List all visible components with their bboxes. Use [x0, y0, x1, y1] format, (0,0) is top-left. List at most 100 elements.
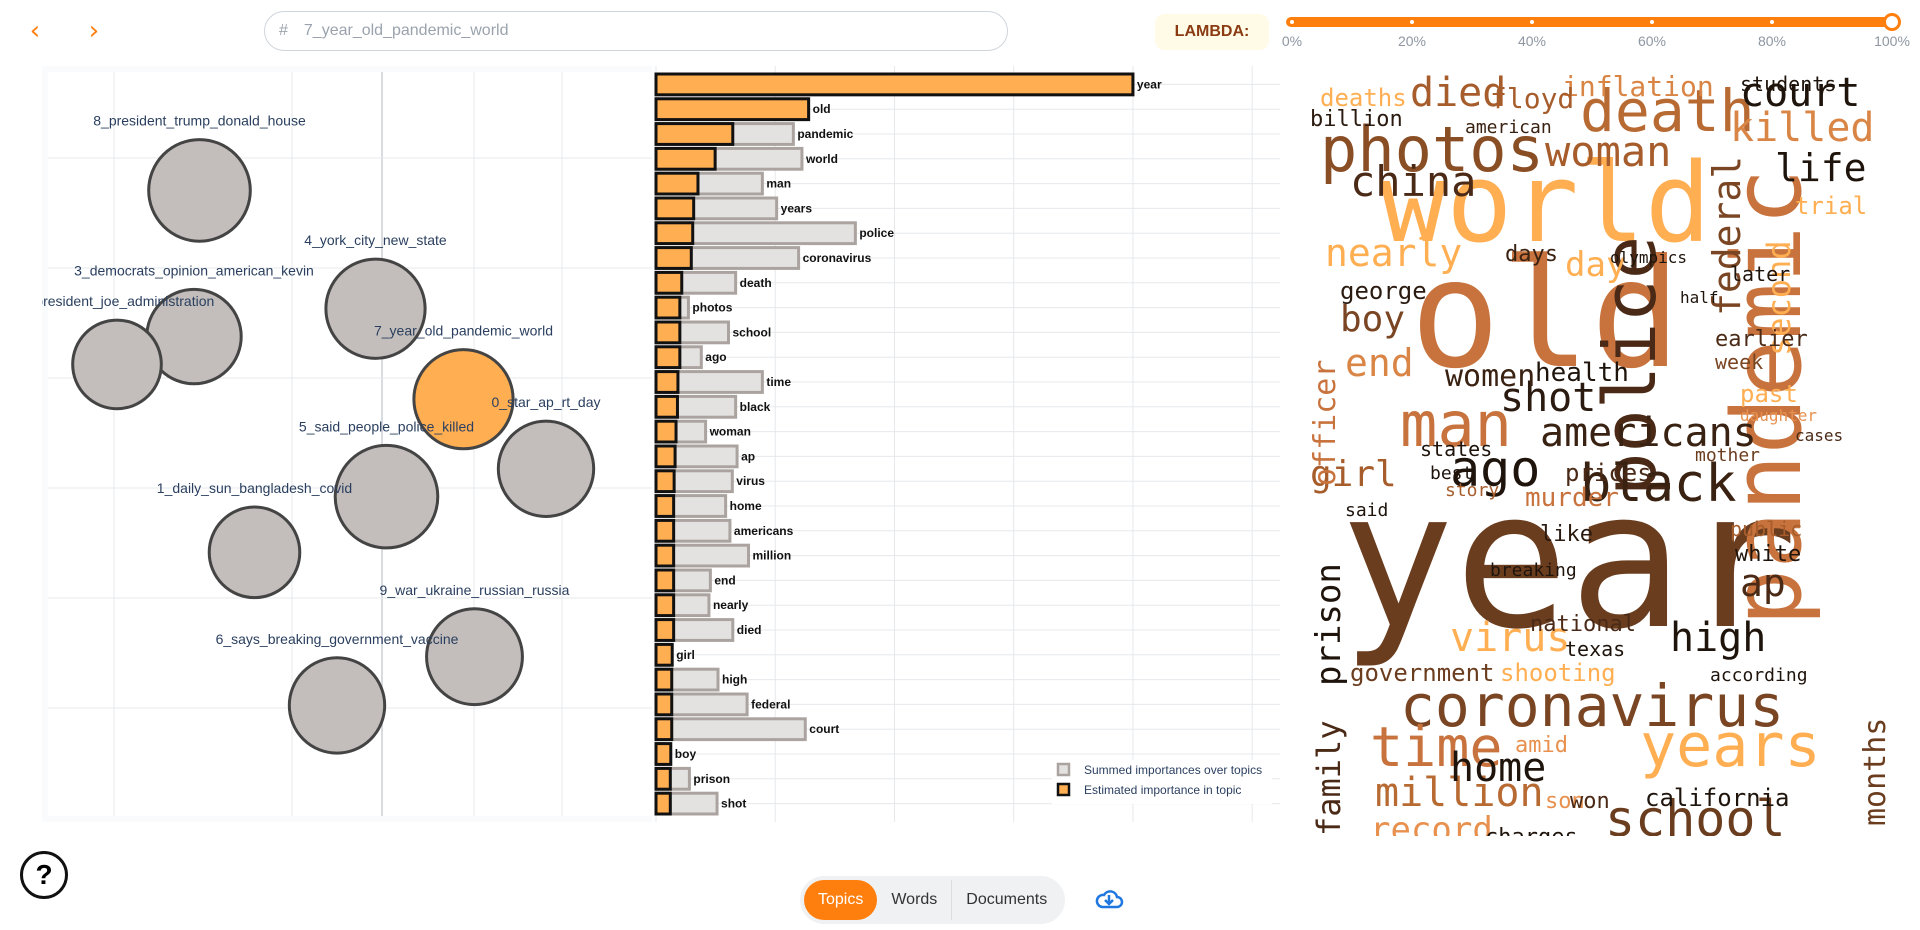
cloud-word: daughter — [1740, 406, 1817, 425]
slider-thumb[interactable] — [1883, 13, 1901, 31]
bar-estimated[interactable] — [654, 72, 1135, 97]
legend-label: Summed importances over topics — [1084, 763, 1262, 777]
bar-estimated[interactable] — [654, 593, 676, 618]
cloud-word: half — [1680, 288, 1719, 307]
slider-tick — [1650, 20, 1654, 24]
tab-topics[interactable]: Topics — [804, 880, 878, 920]
topic-bubble[interactable] — [207, 505, 302, 600]
bar-estimated[interactable] — [654, 692, 674, 717]
bar-summed[interactable] — [654, 717, 807, 742]
bar-estimated[interactable] — [654, 791, 672, 816]
word-cloud-svg: yearold pandemicworldpolicephotosdeathman… — [1308, 70, 1893, 902]
cloud-word: said — [1345, 500, 1388, 521]
cloud-word: government — [1350, 659, 1495, 687]
topic-bubble[interactable] — [324, 257, 427, 360]
bar-estimated[interactable] — [654, 171, 700, 196]
bar-estimated[interactable] — [654, 742, 673, 766]
back-button[interactable]: ‹ — [20, 16, 50, 46]
bar-estimated[interactable] — [654, 146, 717, 171]
bar-estimated[interactable] — [654, 196, 696, 221]
bar-estimated[interactable] — [654, 717, 674, 742]
bar-estimated[interactable] — [654, 642, 674, 667]
slider-tick — [1410, 20, 1414, 24]
cloud-word: months — [1858, 718, 1890, 826]
bar-estimated[interactable] — [654, 469, 676, 494]
bar-estimated[interactable] — [654, 122, 735, 146]
cloud-word: story — [1445, 480, 1499, 501]
cloud-word: texas — [1565, 637, 1625, 661]
bar-estimated[interactable] — [654, 618, 676, 642]
bar-estimated[interactable] — [654, 97, 811, 122]
bar-estimated[interactable] — [654, 494, 676, 518]
cloud-word: killed — [1730, 105, 1875, 151]
cloud-word: earlier — [1715, 327, 1808, 352]
bar-estimated[interactable] — [654, 270, 684, 295]
download-button[interactable] — [1094, 886, 1124, 912]
cloud-word: national — [1530, 612, 1636, 637]
topic-bubble[interactable] — [147, 138, 252, 243]
legend-label: Estimated importance in topic — [1084, 783, 1241, 797]
bar-label: high — [722, 673, 747, 687]
bar-label: coronavirus — [803, 251, 872, 265]
bar-estimated[interactable] — [654, 543, 676, 568]
cloud-word: george — [1340, 277, 1427, 305]
tab-documents[interactable]: Documents — [952, 880, 1061, 920]
tab-words[interactable]: Words — [877, 880, 951, 920]
topic-search-box[interactable]: # — [264, 11, 1008, 51]
intertopic-distance-map[interactable]: 8_president_trump_donald_house 4_york_cit… — [20, 66, 652, 822]
topic-bubble[interactable] — [71, 318, 163, 411]
bar-label: americans — [734, 524, 794, 538]
topic-search-input[interactable] — [301, 21, 986, 41]
bar-estimated[interactable] — [654, 766, 672, 791]
slider-track[interactable] — [1286, 17, 1898, 27]
bar-label: world — [805, 152, 838, 166]
bar-label: year — [1137, 77, 1162, 91]
topic-label: 1_daily_sun_bangladesh_covid — [157, 480, 352, 496]
bar-estimated[interactable] — [654, 568, 676, 593]
bar-estimated[interactable] — [654, 295, 682, 320]
bar-label: police — [859, 226, 894, 240]
word-cloud: year old pandemic world police photos death man… — [1300, 66, 1893, 902]
bar-label: time — [766, 375, 791, 389]
cloud-word: life — [1775, 146, 1867, 190]
bar-estimated[interactable] — [654, 444, 677, 469]
bar-estimated[interactable] — [654, 419, 678, 444]
bar-estimated[interactable] — [654, 394, 679, 419]
bar-label: died — [737, 623, 762, 637]
topic-bubble[interactable] — [496, 419, 596, 518]
bar-estimated[interactable] — [654, 320, 682, 345]
topic-bubble[interactable] — [425, 607, 524, 707]
lambda-slider[interactable]: 0% 20% 40% 60% 80% 100% — [1282, 13, 1910, 49]
cloud-word: floyd — [1490, 82, 1574, 115]
bar-estimated[interactable] — [654, 370, 680, 394]
topic-bubble[interactable] — [287, 656, 387, 755]
cloud-word: cases — [1795, 426, 1843, 445]
bar-label: school — [732, 325, 771, 339]
topic-bubble[interactable] — [333, 443, 440, 550]
legend-swatch — [1056, 782, 1071, 797]
bar-label: prison — [693, 772, 730, 786]
bar-label: black — [740, 400, 771, 414]
cloud-word: shooting — [1500, 659, 1616, 687]
bar-label: ap — [741, 449, 755, 463]
cloud-word: murder — [1525, 483, 1619, 513]
forward-button[interactable]: › — [79, 16, 109, 46]
cloud-word: woman — [1545, 127, 1671, 176]
bar-label: ago — [705, 350, 726, 364]
bar-estimated[interactable] — [654, 246, 693, 270]
slider-tick-label: 0% — [1281, 33, 1303, 49]
help-button[interactable]: ? — [20, 851, 68, 899]
topic-label: 7_year_old_pandemic_world — [374, 323, 553, 339]
bar-chart-svg: year old pandemic world man years police corona… — [654, 66, 1280, 822]
bar-estimated[interactable] — [654, 345, 682, 370]
cloud-word: past — [1740, 380, 1798, 408]
bar-label: end — [714, 573, 735, 587]
bar-estimated[interactable] — [654, 221, 695, 246]
slider-tick-label: 40% — [1517, 33, 1547, 49]
bar-estimated[interactable] — [654, 667, 674, 692]
cloud-word: charges — [1485, 825, 1578, 836]
bar-label: federal — [751, 697, 790, 711]
bar-label: woman — [709, 425, 751, 439]
cloud-word: high — [1670, 615, 1766, 661]
bar-estimated[interactable] — [654, 518, 676, 543]
